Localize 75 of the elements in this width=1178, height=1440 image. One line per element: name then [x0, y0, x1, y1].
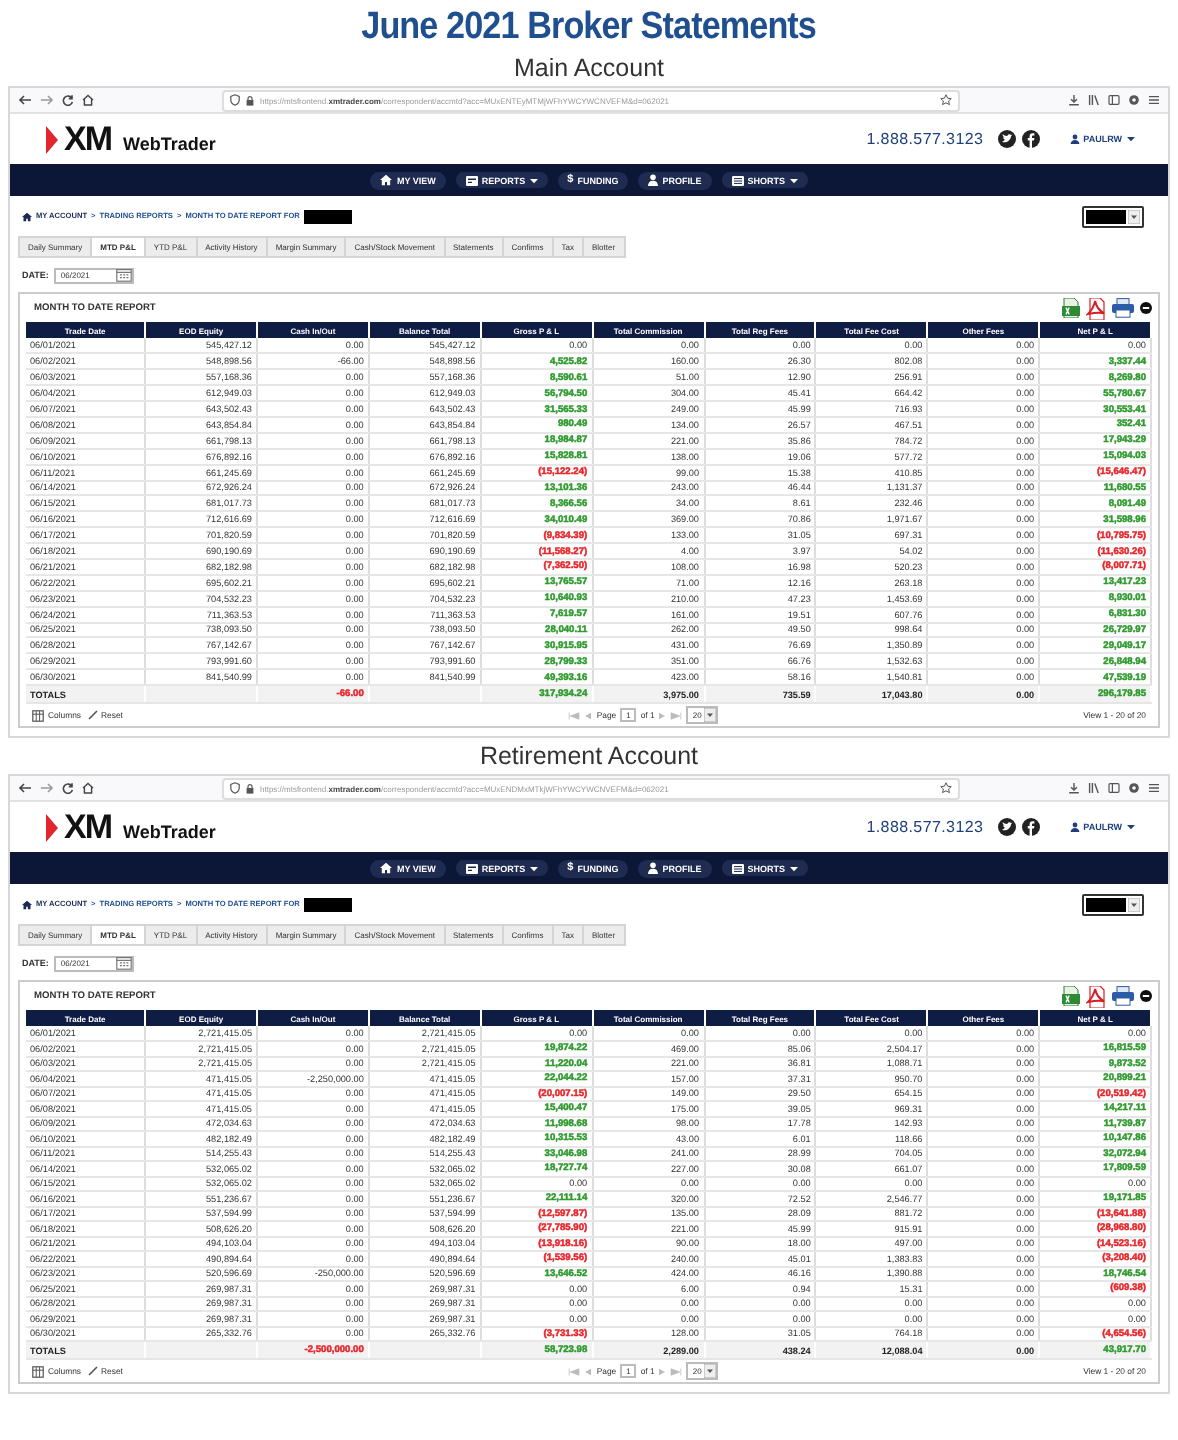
list-icon	[731, 175, 744, 185]
redaction-bar	[303, 897, 352, 912]
back-icon[interactable]	[18, 94, 32, 106]
card-icon	[465, 175, 478, 185]
columns-icon	[32, 709, 44, 722]
account-select[interactable]	[1082, 205, 1144, 227]
home-icon[interactable]	[22, 899, 32, 910]
library-icon[interactable]	[1088, 94, 1100, 106]
facebook-icon[interactable]	[1021, 818, 1040, 837]
user-icon[interactable]	[1069, 822, 1080, 833]
sidebar-icon[interactable]	[1108, 782, 1120, 795]
columns-icon	[32, 1365, 44, 1378]
bird-icon[interactable]	[997, 130, 1016, 148]
app-name: WebTrader	[123, 821, 216, 842]
user-icon[interactable]	[1069, 134, 1080, 144]
reset-icon	[87, 1366, 98, 1377]
star-icon[interactable]	[940, 782, 952, 795]
collapse-icon[interactable]	[1140, 302, 1152, 314]
page-title: June 2021 Broker Statements	[361, 6, 817, 50]
pdf-icon[interactable]	[1086, 985, 1106, 1008]
library-icon[interactable]	[1088, 782, 1100, 795]
home-icon	[380, 862, 393, 875]
caret-icon[interactable]	[1126, 136, 1136, 142]
account-select[interactable]	[1082, 893, 1144, 916]
forward-icon[interactable]	[40, 94, 54, 106]
star-icon[interactable]	[940, 94, 952, 106]
person-icon	[648, 174, 659, 186]
section-heading: Retirement Account	[479, 740, 699, 775]
facebook-icon[interactable]	[1021, 130, 1040, 148]
caret-icon[interactable]	[703, 708, 716, 723]
app-name: WebTrader	[123, 133, 216, 153]
reload-icon[interactable]	[62, 94, 74, 106]
caret-icon[interactable]	[703, 1364, 716, 1379]
chevron-icon	[46, 813, 58, 842]
forward-icon[interactable]	[40, 782, 54, 795]
home-icon	[380, 174, 393, 186]
bird-icon[interactable]	[997, 818, 1016, 837]
printer-icon[interactable]	[1112, 986, 1134, 1007]
card-icon	[465, 863, 478, 874]
calendar-icon[interactable]	[116, 956, 133, 971]
settings-icon[interactable]	[1128, 94, 1140, 106]
shield-icon	[230, 782, 240, 795]
lock-icon	[246, 783, 254, 794]
pdf-icon[interactable]	[1086, 297, 1106, 319]
reset-icon	[87, 710, 98, 721]
spreadsheet-icon[interactable]	[1062, 986, 1080, 1007]
home-icon[interactable]	[22, 211, 32, 221]
caret-icon[interactable]	[1128, 209, 1140, 223]
person-icon	[648, 862, 659, 875]
home-icon[interactable]	[82, 94, 94, 106]
logo-text: XM	[64, 122, 111, 156]
caret-icon[interactable]	[1128, 897, 1140, 912]
printer-icon[interactable]	[1112, 298, 1134, 318]
download-icon[interactable]	[1068, 94, 1080, 106]
collapse-icon[interactable]	[1140, 990, 1152, 1003]
redaction-bar	[303, 209, 352, 223]
settings-icon[interactable]	[1128, 782, 1140, 795]
menu-icon[interactable]	[1148, 94, 1160, 106]
section-heading: Main Account	[513, 52, 665, 86]
menu-icon[interactable]	[1148, 782, 1160, 795]
phone-number: 1.888.577.3123	[866, 130, 984, 148]
logo-text: XM	[64, 810, 111, 845]
chevron-icon	[46, 125, 58, 153]
reload-icon[interactable]	[62, 782, 74, 795]
home-icon[interactable]	[82, 782, 94, 795]
shield-icon	[230, 94, 240, 106]
caret-icon[interactable]	[1126, 824, 1136, 831]
spreadsheet-icon[interactable]	[1062, 298, 1080, 318]
list-icon	[731, 863, 744, 874]
back-icon[interactable]	[18, 782, 32, 795]
calendar-icon[interactable]	[116, 268, 133, 282]
phone-number: 1.888.577.3123	[866, 818, 984, 837]
sidebar-icon[interactable]	[1108, 94, 1120, 106]
download-icon[interactable]	[1068, 782, 1080, 795]
lock-icon	[246, 95, 254, 105]
